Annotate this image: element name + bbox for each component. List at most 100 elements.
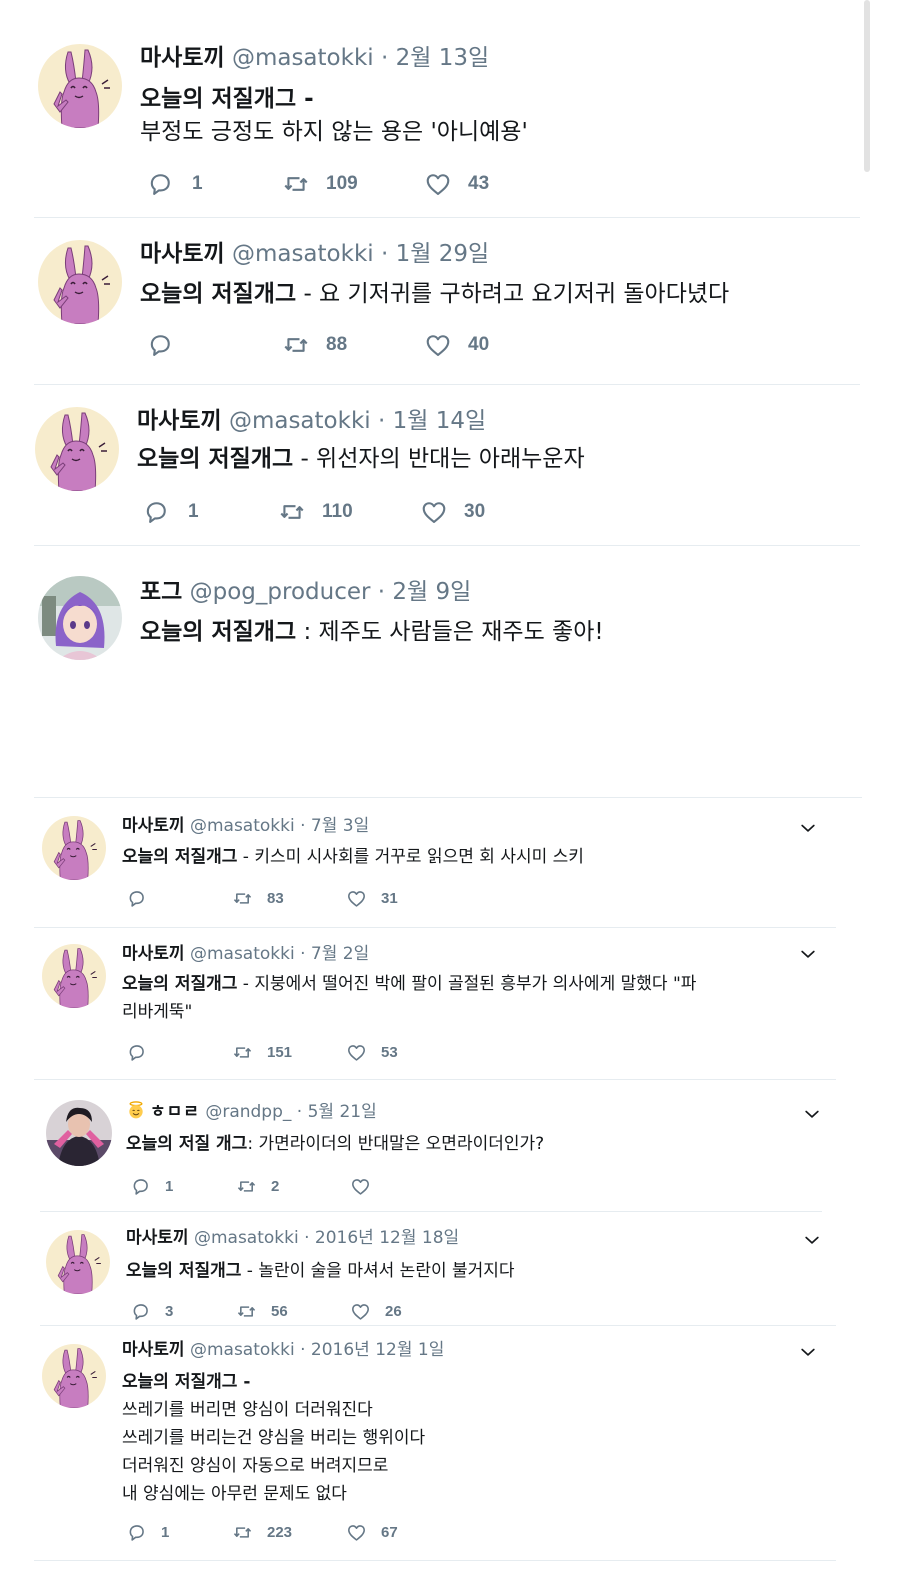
avatar[interactable]	[38, 240, 122, 324]
bunny-avatar-image	[38, 44, 122, 128]
retweet-button[interactable]: 88	[282, 331, 347, 359]
avatar[interactable]	[42, 816, 106, 880]
tweet-menu-button[interactable]	[802, 1104, 822, 1128]
author-name[interactable]: 마사토끼	[122, 816, 185, 836]
like-button[interactable]: 31	[346, 888, 398, 909]
retweet-button[interactable]: 56	[236, 1301, 288, 1322]
like-button[interactable]: 30	[420, 498, 485, 526]
author-handle[interactable]: @pog_producer	[190, 579, 371, 605]
tweet[interactable]: 마사토끼 @masatokki · 2016년 12월 18일 오늘의 저질개그…	[0, 1212, 900, 1326]
like-count: 40	[468, 334, 490, 355]
tweet-headline: 오늘의 저질개그	[122, 847, 238, 867]
author-name[interactable]: 포그	[140, 579, 182, 605]
tweet-line: - 놀란이 술을 마셔서 논란이 불거지다	[241, 1261, 515, 1281]
tweet-text: 오늘의 저질 개그: 가면라이더의 반대말은 오면라이더인가?	[126, 1130, 544, 1158]
retweet-icon	[236, 1176, 257, 1197]
chevron-down-icon	[798, 823, 818, 842]
retweet-button[interactable]: 2	[236, 1176, 279, 1197]
reply-button[interactable]	[126, 888, 161, 909]
author-name[interactable]: 마사토끼	[140, 241, 225, 267]
reply-button[interactable]: 3	[130, 1301, 173, 1322]
reply-button[interactable]: 1	[142, 498, 199, 526]
tweet[interactable]: 마사토끼 @masatokki · 2월 13일 오늘의 저질개그 - 부정도 …	[0, 0, 900, 218]
author-handle[interactable]: @masatokki	[229, 408, 371, 434]
like-button[interactable]: 43	[424, 170, 489, 198]
avatar[interactable]	[42, 1344, 106, 1408]
tweet[interactable]: ㅎㅁㄹ @randpp_ · 5월 21일 오늘의 저질 개그: 가면라이더의 …	[0, 1080, 900, 1212]
reply-button[interactable]	[126, 1042, 161, 1063]
author-name[interactable]: 마사토끼	[140, 45, 225, 71]
retweet-button[interactable]: 110	[278, 498, 353, 526]
author-handle[interactable]: @masatokki	[194, 1228, 299, 1248]
bunny-avatar-image	[46, 1230, 110, 1294]
tweet[interactable]: 마사토끼 @masatokki · 7월 3일 오늘의 저질개그 - 키스미 시…	[0, 798, 900, 928]
bunny-avatar-image	[42, 944, 106, 1008]
tweet-date[interactable]: 5월 21일	[308, 1102, 377, 1122]
author-name[interactable]: 마사토끼	[126, 1228, 189, 1248]
tweet-line: 리바게뚝"	[122, 1002, 193, 1022]
author-name[interactable]: 마사토끼	[122, 944, 185, 964]
tweet-date[interactable]: 2016년 12월 1일	[311, 1340, 444, 1360]
avatar[interactable]	[42, 944, 106, 1008]
tweet[interactable]: 포그 @pog_producer · 2월 9일 오늘의 저질개그 : 제주도 …	[0, 546, 900, 798]
like-button[interactable]: 40	[424, 331, 489, 359]
retweet-button[interactable]: 109	[282, 170, 358, 198]
author-name[interactable]: ㅎㅁㄹ	[150, 1102, 200, 1122]
separator-dot: ·	[296, 1102, 303, 1122]
reply-icon	[126, 1042, 147, 1063]
tweet-menu-button[interactable]	[798, 1342, 818, 1366]
author-handle[interactable]: @masatokki	[190, 1340, 295, 1360]
reply-button[interactable]: 1	[130, 1176, 173, 1197]
like-button[interactable]: 26	[350, 1301, 402, 1322]
tweet-date[interactable]: 2월 13일	[396, 45, 490, 71]
chevron-down-icon	[802, 1235, 822, 1254]
reply-count: 1	[192, 173, 203, 194]
tweet-date[interactable]: 7월 3일	[311, 816, 369, 836]
tweet-text: 오늘의 저질개그 : 제주도 사람들은 재주도 좋아!	[140, 616, 604, 649]
author-handle[interactable]: @masatokki	[190, 944, 295, 964]
retweet-icon	[282, 170, 310, 198]
tweet[interactable]: 마사토끼 @masatokki · 7월 2일 오늘의 저질개그 - 지붕에서 …	[0, 928, 900, 1080]
tweet-menu-button[interactable]	[798, 944, 818, 968]
tweet[interactable]: 마사토끼 @masatokki · 2016년 12월 1일 오늘의 저질개그 …	[0, 1326, 900, 1562]
tweet-menu-button[interactable]	[802, 1230, 822, 1254]
tweet-date[interactable]: 7월 2일	[311, 944, 369, 964]
tweet-date[interactable]: 1월 14일	[393, 408, 487, 434]
avatar[interactable]	[46, 1230, 110, 1294]
retweet-button[interactable]: 151	[232, 1042, 292, 1063]
tweet-header: 마사토끼 @masatokki · 7월 2일	[122, 944, 369, 965]
author-handle[interactable]: @masatokki	[232, 241, 374, 267]
tweet-text: 오늘의 저질개그 - 놀란이 술을 마셔서 논란이 불거지다	[126, 1257, 515, 1285]
reply-button[interactable]	[146, 331, 192, 359]
avatar[interactable]	[46, 1100, 112, 1166]
like-button[interactable]	[350, 1176, 385, 1197]
tweet-date[interactable]: 2월 9일	[392, 579, 471, 605]
tweet-date[interactable]: 2016년 12월 18일	[315, 1228, 459, 1248]
retweet-button[interactable]: 83	[232, 888, 284, 909]
retweet-button[interactable]: 223	[232, 1522, 292, 1543]
author-name[interactable]: 마사토끼	[137, 408, 222, 434]
reply-icon	[146, 331, 174, 359]
tweet-header: 마사토끼 @masatokki · 1월 29일	[140, 240, 489, 269]
tweet-headline: 오늘의 저질개그 -	[122, 1372, 251, 1392]
retweet-count: 109	[326, 173, 358, 194]
author-handle[interactable]: @masatokki	[190, 816, 295, 836]
avatar[interactable]	[35, 407, 119, 491]
avatar[interactable]	[38, 576, 122, 660]
tweet-menu-button[interactable]	[798, 818, 818, 842]
heart-icon	[346, 1042, 367, 1063]
like-count: 67	[381, 1524, 398, 1541]
like-button[interactable]: 53	[346, 1042, 398, 1063]
reply-button[interactable]: 1	[146, 170, 203, 198]
like-button[interactable]: 67	[346, 1522, 398, 1543]
bunny-avatar-image	[42, 816, 106, 880]
author-name[interactable]: 마사토끼	[122, 1340, 185, 1360]
retweet-count: 110	[322, 501, 353, 522]
tweet[interactable]: 마사토끼 @masatokki · 1월 14일 오늘의 저질개그 - 위선자의…	[0, 385, 900, 546]
tweet-date[interactable]: 1월 29일	[396, 241, 490, 267]
tweet[interactable]: 마사토끼 @masatokki · 1월 29일 오늘의 저질개그 - 요 기저…	[0, 218, 900, 385]
author-handle[interactable]: @randpp_	[205, 1102, 291, 1122]
avatar[interactable]	[38, 44, 122, 128]
reply-button[interactable]: 1	[126, 1522, 169, 1543]
author-handle[interactable]: @masatokki	[232, 45, 374, 71]
